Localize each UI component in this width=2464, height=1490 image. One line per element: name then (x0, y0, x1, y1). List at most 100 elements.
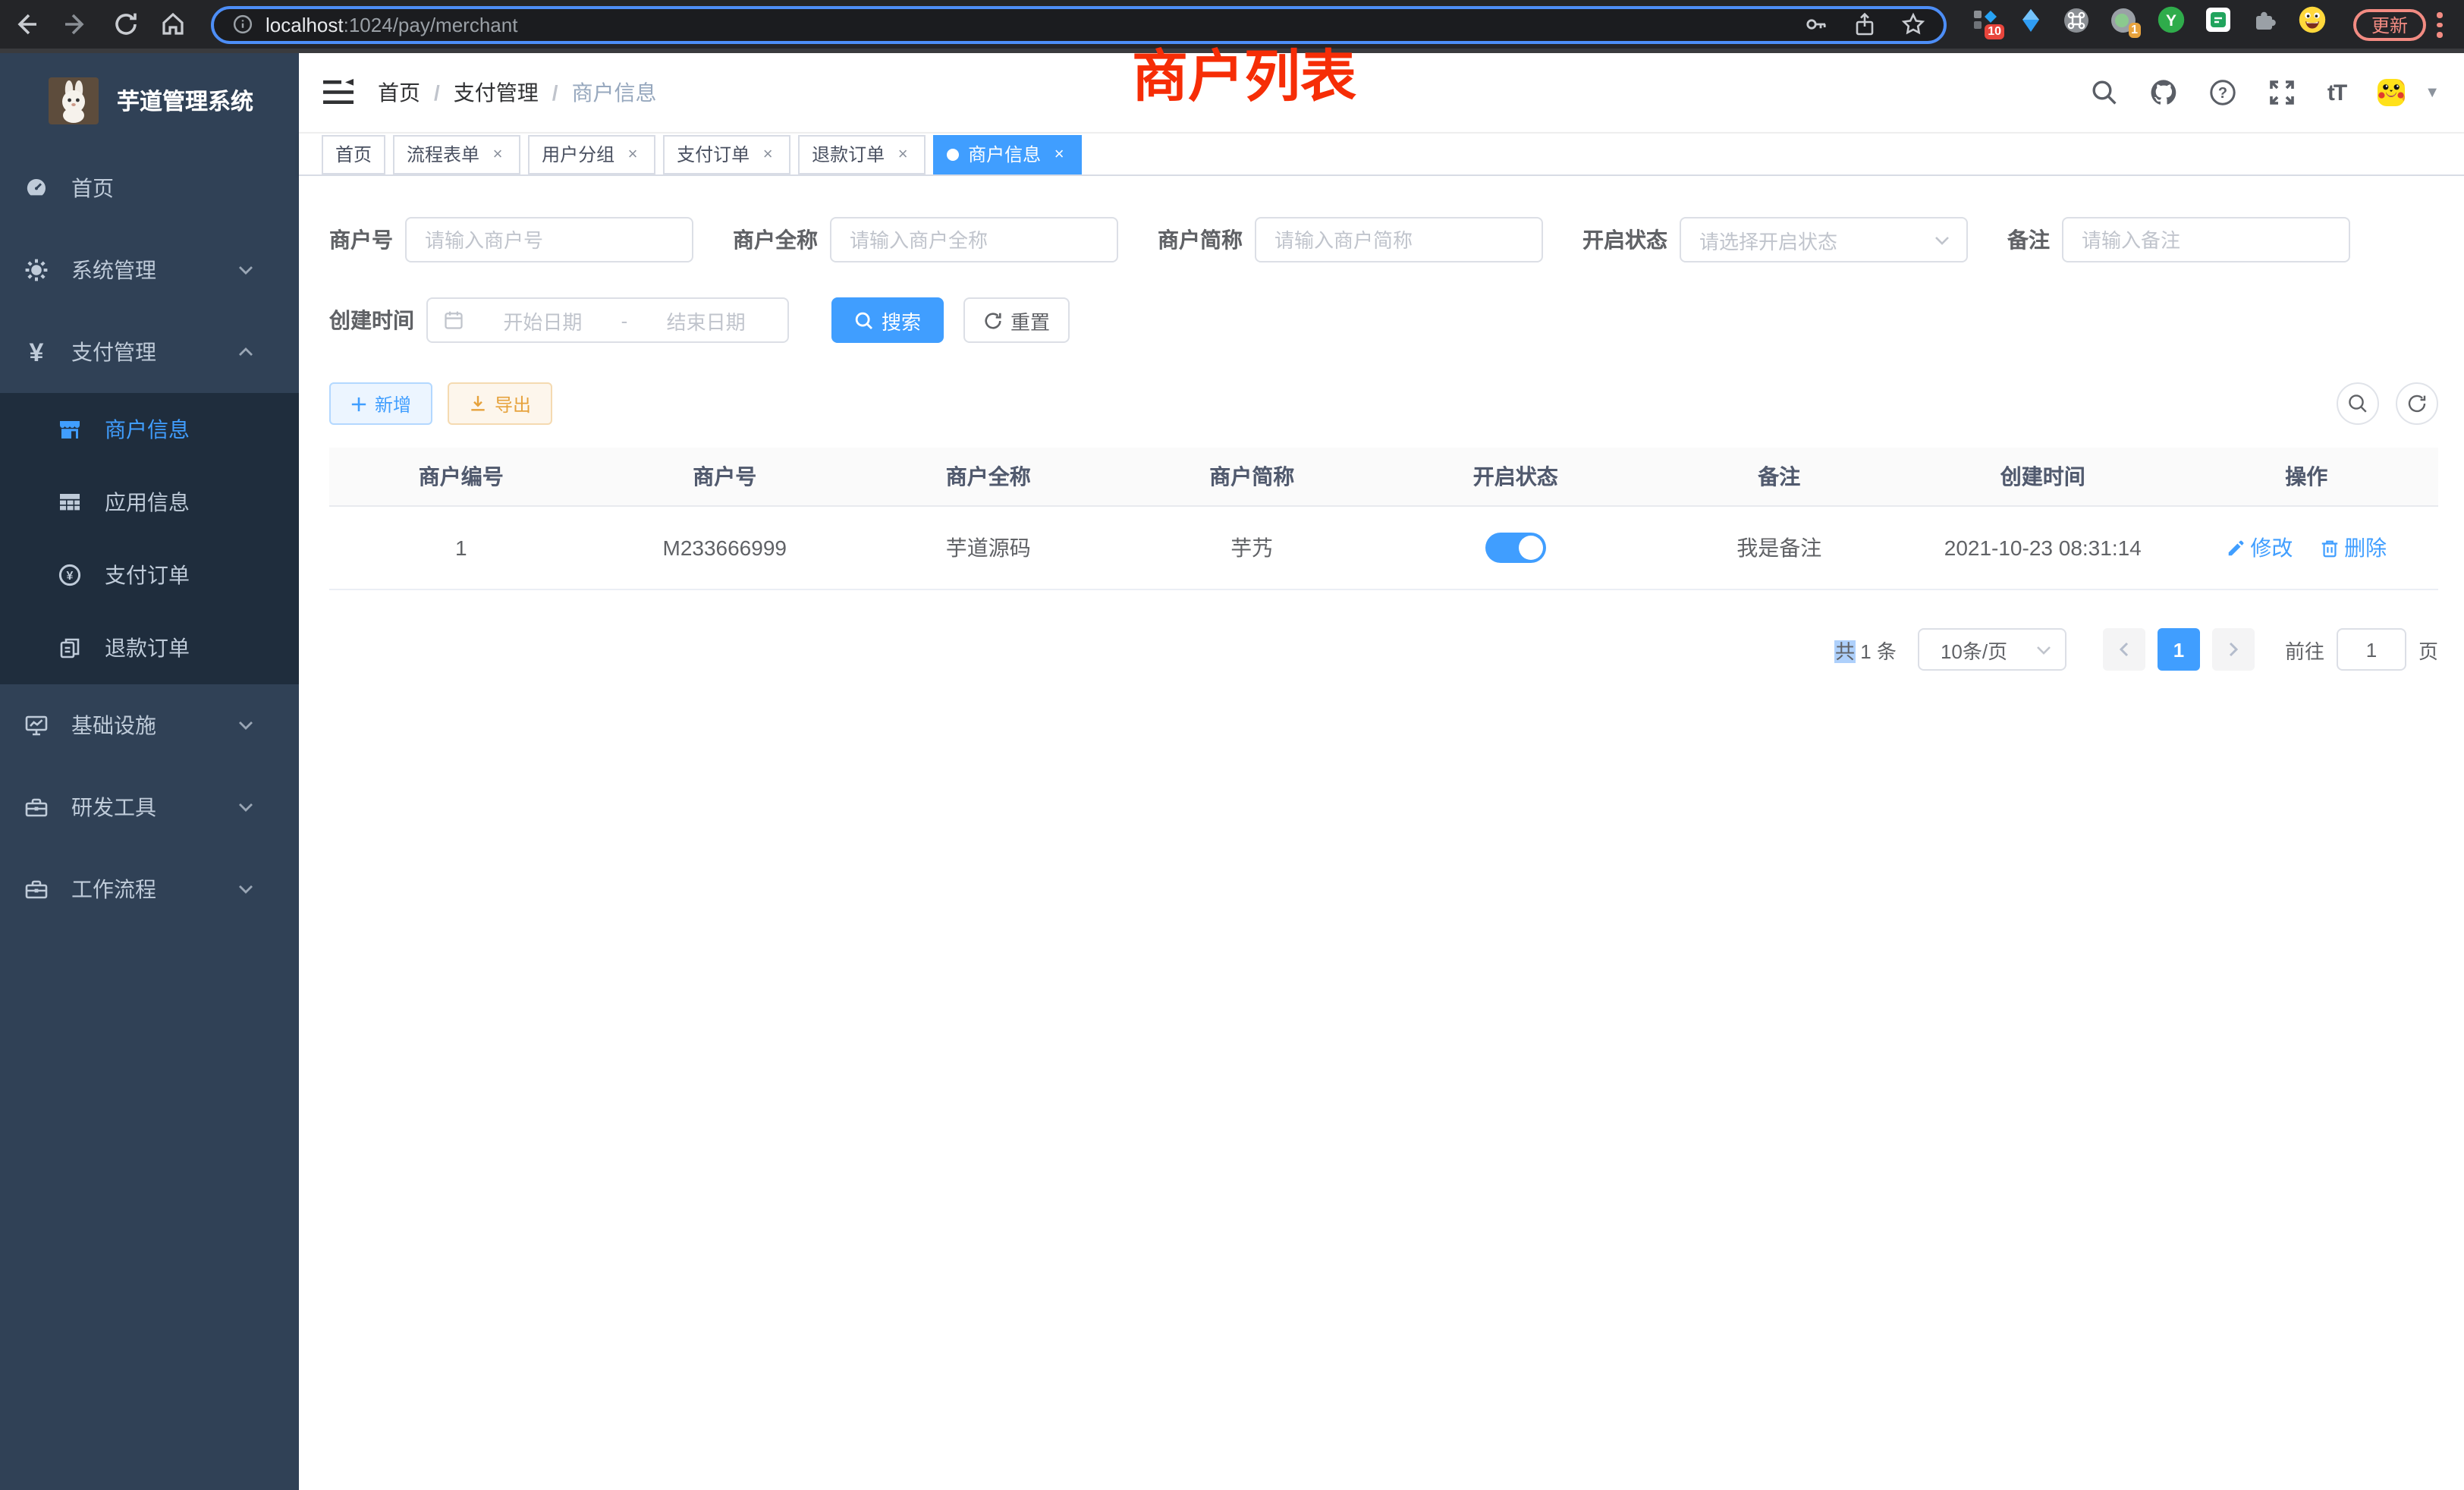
edit-link[interactable]: 修改 (2226, 533, 2293, 563)
sidebar-item-merchant-info[interactable]: 商户信息 (0, 393, 299, 466)
add-button[interactable]: 新增 (329, 382, 432, 425)
export-button[interactable]: 导出 (448, 382, 552, 425)
browser-back-icon[interactable] (12, 11, 39, 38)
field-label: 商户简称 (1158, 225, 1243, 255)
sidebar-item-system[interactable]: 系统管理 (0, 229, 299, 311)
sidebar-item-app-info[interactable]: 应用信息 (0, 466, 299, 539)
pagination: 共 1 条 10条/页 1 (329, 628, 2438, 671)
close-icon[interactable]: × (894, 145, 912, 163)
sidebar-item-label: 退款订单 (105, 633, 190, 663)
svg-text:Y: Y (2166, 12, 2176, 30)
font-size-icon[interactable]: tT (2327, 80, 2346, 105)
help-icon[interactable]: ? (2209, 79, 2236, 106)
breadcrumb-payment[interactable]: 支付管理 (454, 77, 539, 108)
browser-home-icon[interactable] (159, 11, 187, 38)
gear-icon (24, 258, 49, 282)
logo-image (49, 77, 99, 124)
site-info-icon[interactable] (232, 14, 253, 35)
github-icon[interactable] (2150, 79, 2177, 106)
sidebar-item-refund-order[interactable]: 退款订单 (0, 611, 299, 684)
page-number-1[interactable]: 1 (2158, 628, 2200, 671)
address-bar-actions (1804, 12, 1925, 36)
short-name-input[interactable] (1255, 217, 1543, 262)
merchant-id-input[interactable] (405, 217, 693, 262)
prev-page-button[interactable] (2103, 628, 2145, 671)
sidebar-collapse-icon[interactable] (323, 79, 354, 106)
toolbox-icon (24, 795, 49, 819)
page-size-select[interactable]: 10条/页 (1918, 628, 2066, 671)
url-path: :1024/pay/merchant (344, 13, 518, 36)
search-button[interactable]: 搜索 (831, 297, 944, 343)
tab-merchant-info[interactable]: 商户信息× (933, 134, 1082, 174)
refresh-icon (2406, 393, 2428, 414)
table-tools (2337, 382, 2438, 425)
search-icon (854, 310, 874, 330)
close-icon[interactable]: × (1050, 145, 1068, 163)
close-icon[interactable]: × (759, 145, 777, 163)
next-page-button[interactable] (2212, 628, 2255, 671)
password-key-icon[interactable] (1804, 12, 1828, 36)
delete-link[interactable]: 删除 (2320, 533, 2387, 563)
extension-notes-icon[interactable] (2206, 8, 2230, 32)
remark-input[interactable] (2062, 217, 2350, 262)
tab-refund-order[interactable]: 退款订单 × (798, 134, 926, 174)
browser-update-button[interactable]: 更新 (2353, 9, 2426, 41)
status-select[interactable]: 请选择开启状态 (1680, 217, 1968, 262)
show-search-button[interactable] (2337, 382, 2379, 425)
calendar-icon (443, 310, 464, 331)
extension-emoji-icon[interactable] (2299, 6, 2326, 33)
app-logo[interactable]: 芋道管理系统 (0, 53, 299, 147)
share-icon[interactable] (1853, 12, 1877, 36)
close-icon[interactable]: × (489, 145, 507, 163)
breadcrumb-home[interactable]: 首页 (378, 77, 420, 108)
chevron-down-icon (237, 880, 255, 898)
avatar[interactable] (2378, 79, 2405, 106)
sidebar-item-pay-order[interactable]: ¥ 支付订单 (0, 539, 299, 611)
svg-text:?: ? (2218, 85, 2227, 102)
export-button-label: 导出 (495, 391, 531, 417)
refresh-icon (983, 310, 1003, 330)
pagination-total: 共 1 条 (1835, 635, 1897, 664)
extension-command-icon[interactable] (2063, 7, 2089, 33)
field-label: 商户号 (329, 225, 393, 255)
store-icon (58, 417, 82, 442)
extension-y-icon[interactable]: Y (2158, 6, 2185, 33)
close-icon[interactable]: × (624, 145, 642, 163)
bookmark-star-icon[interactable] (1901, 12, 1925, 36)
sidebar-item-home[interactable]: 首页 (0, 147, 299, 229)
browser-menu-icon[interactable] (2437, 12, 2443, 37)
search-icon[interactable] (2091, 79, 2118, 106)
avatar-caret-icon[interactable]: ▼ (2425, 84, 2440, 101)
browser-refresh-icon[interactable] (112, 11, 140, 38)
tab-user-group[interactable]: 用户分组× (528, 134, 655, 174)
browser-forward-icon[interactable] (62, 11, 90, 38)
date-separator: - (621, 309, 628, 332)
filter-status: 开启状态 请选择开启状态 (1582, 217, 1968, 262)
extension-tabs-icon[interactable]: 10 (1972, 7, 1998, 33)
sidebar-item-infrastructure[interactable]: 基础设施 (0, 684, 299, 766)
reset-button[interactable]: 重置 (963, 297, 1070, 343)
extension-pin-icon[interactable] (2019, 7, 2042, 33)
col-merchant-seq: 商户编号 (329, 448, 593, 506)
address-bar[interactable]: localhost:1024/pay/merchant (211, 5, 1947, 43)
monitor-icon (24, 713, 49, 737)
extensions-puzzle-icon[interactable] (2252, 7, 2277, 33)
copy-document-icon (58, 636, 82, 660)
chevron-down-icon (237, 261, 255, 279)
status-toggle[interactable] (1485, 533, 1546, 563)
tab-pay-order[interactable]: 支付订单× (663, 134, 790, 174)
tab-home[interactable]: 首页 (322, 134, 385, 174)
sidebar-item-workflow[interactable]: 工作流程 (0, 848, 299, 930)
extension-proxy-icon[interactable]: 1 (2110, 7, 2136, 33)
full-name-input[interactable] (830, 217, 1118, 262)
sidebar-item-dev-tools[interactable]: 研发工具 (0, 766, 299, 848)
filter-full-name: 商户全称 (733, 217, 1118, 262)
goto-page-input[interactable] (2337, 628, 2406, 671)
viewport: localhost:1024/pay/merchant 10 (0, 0, 2464, 1490)
sidebar-item-payment[interactable]: ¥ 支付管理 (0, 311, 299, 393)
date-range-picker[interactable]: 开始日期 - 结束日期 (426, 297, 789, 343)
tab-process-form[interactable]: 流程表单× (393, 134, 520, 174)
fullscreen-icon[interactable] (2268, 79, 2296, 106)
tab-label: 退款订单 (812, 141, 885, 167)
refresh-table-button[interactable] (2396, 382, 2438, 425)
